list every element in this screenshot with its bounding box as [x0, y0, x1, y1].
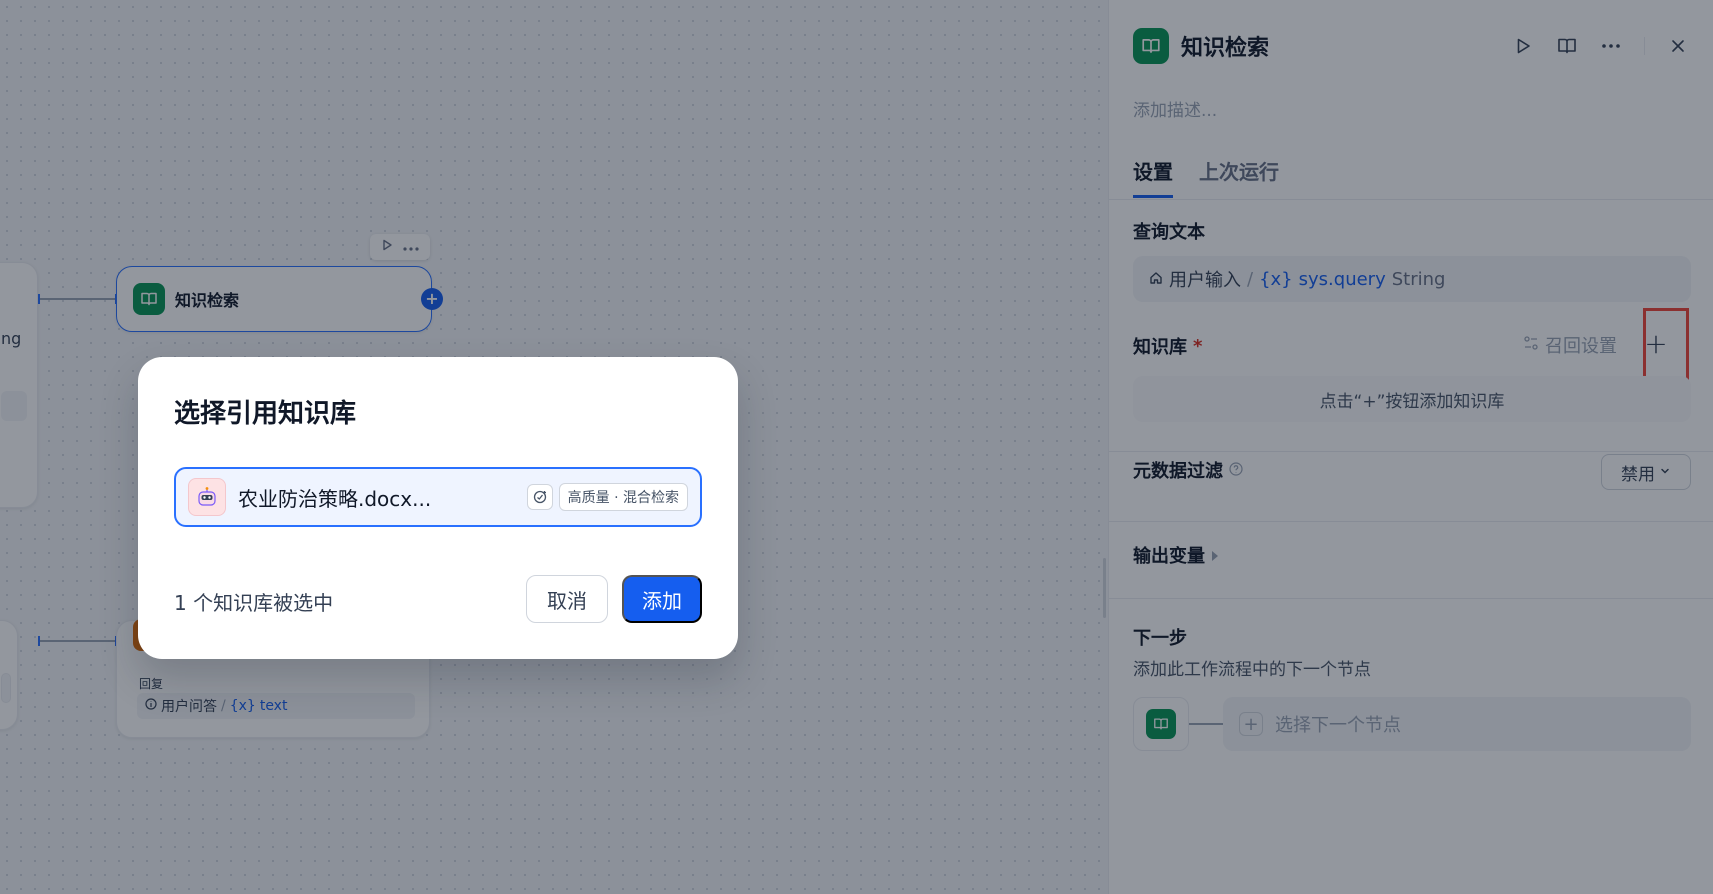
modal-title: 选择引用知识库	[174, 399, 357, 429]
select-knowledge-modal: 选择引用知识库 农业防治策略.docx... 高质量 · 混合检索 1 个知识库…	[138, 357, 738, 659]
add-button[interactable]: 添加	[622, 575, 702, 623]
knowledge-name: 农业防治策略.docx...	[238, 486, 432, 511]
index-mode-badge: 高质量 · 混合检索	[558, 483, 688, 511]
selected-count: 1 个知识库被选中	[174, 591, 334, 615]
robot-avatar-icon	[188, 478, 226, 516]
retrieval-setting-icon	[526, 484, 553, 510]
cancel-button[interactable]: 取消	[526, 575, 608, 623]
knowledge-list-item[interactable]: 农业防治策略.docx... 高质量 · 混合检索	[174, 467, 702, 527]
